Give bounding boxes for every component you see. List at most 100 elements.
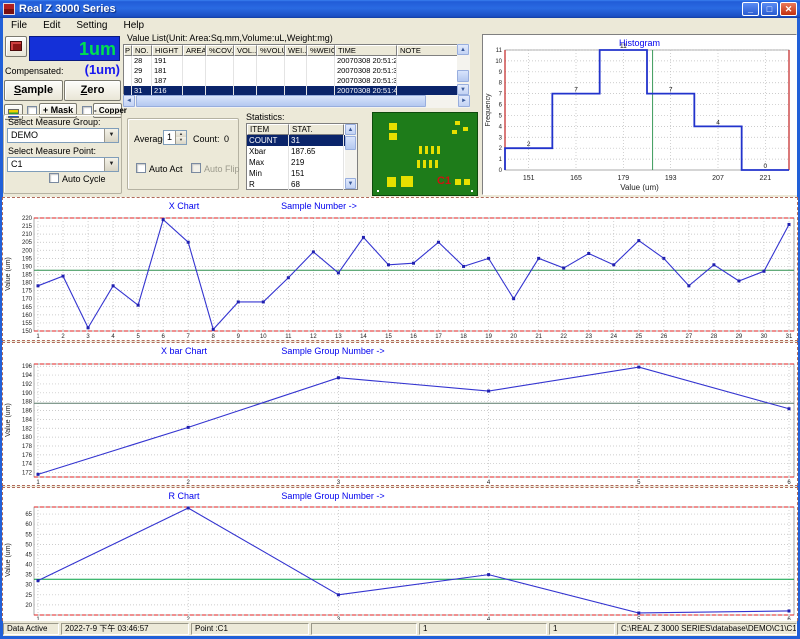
menu-edit[interactable]: Edit [35,20,68,31]
svg-text:27: 27 [686,334,693,340]
r-chart-panel: R Chart Sample Group Number -> Value (um… [2,487,798,621]
stat-value: 151 [289,168,344,179]
cell-time: 20070308 20:51:25 [335,56,397,66]
chevron-down-icon[interactable]: ▼ [104,158,118,171]
cell-volu [257,66,285,76]
svg-text:26: 26 [660,334,667,340]
value-list-header: P NO. HIGHT AREA %COV.. VOL.. %VOLU. WEI… [124,45,469,56]
app-window: Real Z 3000 Series _ □ ✕ File Edit Setti… [0,0,800,639]
pcb-pad [417,160,420,168]
menu-setting[interactable]: Setting [68,20,115,31]
svg-text:174: 174 [22,462,33,468]
average-spinner[interactable]: 1 ▲ ▼ [163,130,187,145]
pcb-pad [425,146,428,154]
acquisition-groupbox [127,118,239,190]
svg-text:5: 5 [499,113,503,119]
svg-text:0: 0 [499,168,503,174]
svg-text:6: 6 [499,103,503,109]
svg-text:18: 18 [460,334,467,340]
scrollbar-thumb[interactable] [345,136,356,150]
pcb-pad [463,127,468,131]
compensated-label: Compensated: [5,66,64,76]
pcb-pad [431,146,434,154]
svg-text:31: 31 [786,334,793,340]
column-header-stat[interactable]: STAT. [289,124,344,135]
column-header-p[interactable]: P [124,45,132,56]
scroll-down-icon[interactable]: ▼ [457,84,469,95]
column-header-time[interactable]: TIME [335,45,397,56]
svg-text:35: 35 [25,573,32,579]
pcb-pad [437,146,440,154]
auto-cycle-checkbox[interactable] [49,173,59,183]
stat-row[interactable]: Max 219 [247,157,357,168]
table-row[interactable]: 28 191 20070308 20:51:25 [124,56,469,66]
column-header-area[interactable]: AREA [183,45,206,56]
maximize-button[interactable]: □ [761,2,778,16]
svg-text:24: 24 [610,334,617,340]
menu-file[interactable]: File [3,20,35,31]
column-header-item[interactable]: ITEM [247,124,289,135]
scroll-right-icon[interactable]: ► [458,95,470,107]
svg-text:29: 29 [736,334,743,340]
svg-text:195: 195 [22,256,33,262]
stat-value: 31 [289,135,344,146]
close-button[interactable]: ✕ [780,2,797,16]
column-header-no[interactable]: NO. [132,45,152,56]
scroll-down-icon[interactable]: ▼ [345,178,356,189]
spinner-down-icon[interactable]: ▼ [175,137,186,144]
value-list-vscrollbar[interactable]: ▲ ▼ [457,44,470,95]
column-header-cov[interactable]: %COV.. [206,45,234,56]
scroll-up-icon[interactable]: ▲ [457,44,469,55]
svg-text:7: 7 [669,87,673,94]
stat-row[interactable]: Min 151 [247,168,357,179]
measure-point-combobox[interactable]: C1 ▼ [7,157,119,172]
count-label: Count: [193,134,220,144]
svg-text:1: 1 [499,157,503,163]
scroll-left-icon[interactable]: ◄ [123,95,135,107]
svg-text:40: 40 [25,563,32,569]
scrollbar-thumb[interactable] [457,70,469,82]
minimize-button[interactable]: _ [742,2,759,16]
pcb-fiducial [471,190,473,192]
measure-group-combobox[interactable]: DEMO ▼ [7,128,119,143]
histogram-panel: Histogram Frequency 01234567891011271174… [482,34,797,195]
scroll-up-icon[interactable]: ▲ [345,124,356,135]
svg-text:193: 193 [665,175,677,182]
statistics-vscrollbar[interactable]: ▲ ▼ [345,124,357,189]
auto-flip-label: Auto Flip [204,164,240,174]
svg-text:4: 4 [487,480,491,486]
menu-help[interactable]: Help [116,20,153,31]
scrollbar-thumb[interactable] [136,95,426,107]
count-value: 0 [224,134,229,144]
column-header-vol[interactable]: VOL.. [234,45,257,56]
svg-text:3: 3 [499,135,503,141]
table-row[interactable]: 30 187 20070308 20:51:34 [124,76,469,86]
pcb-point-label: C1 [437,175,451,187]
cell-wei [285,66,307,76]
auto-act-checkbox[interactable] [136,163,146,173]
svg-text:25: 25 [25,593,32,599]
column-header-wei[interactable]: WEI.. [285,45,307,56]
camera-button[interactable] [5,36,27,57]
column-header-volu[interactable]: %VOLU. [257,45,285,56]
svg-text:6: 6 [787,480,791,486]
stat-row-selected[interactable]: COUNT 31 [247,135,357,146]
chevron-down-icon[interactable]: ▼ [104,129,118,142]
stat-row[interactable]: R 68 [247,179,357,190]
column-header-hight[interactable]: HIGHT [152,45,183,56]
pcb-pad [419,146,422,154]
value-list-hscrollbar[interactable]: ◄ ► [123,95,470,108]
column-header-weig[interactable]: %WEIG. [307,45,335,56]
stat-row[interactable]: Xbar 187.65 [247,146,357,157]
histogram-plot-area: 012345678910112711740151165179193207221 [483,35,796,199]
pcb-pad [435,160,438,168]
svg-text:28: 28 [711,334,718,340]
cell-no: 29 [132,66,152,76]
stat-value: 187.65 [289,146,344,157]
svg-text:9: 9 [237,334,241,340]
zero-button[interactable]: Zero [64,80,121,101]
cell-weig [307,76,335,86]
table-row[interactable]: 29 181 20070308 20:51:30 [124,66,469,76]
sample-button[interactable]: Sample [4,80,63,101]
cell-hight: 187 [152,76,183,86]
